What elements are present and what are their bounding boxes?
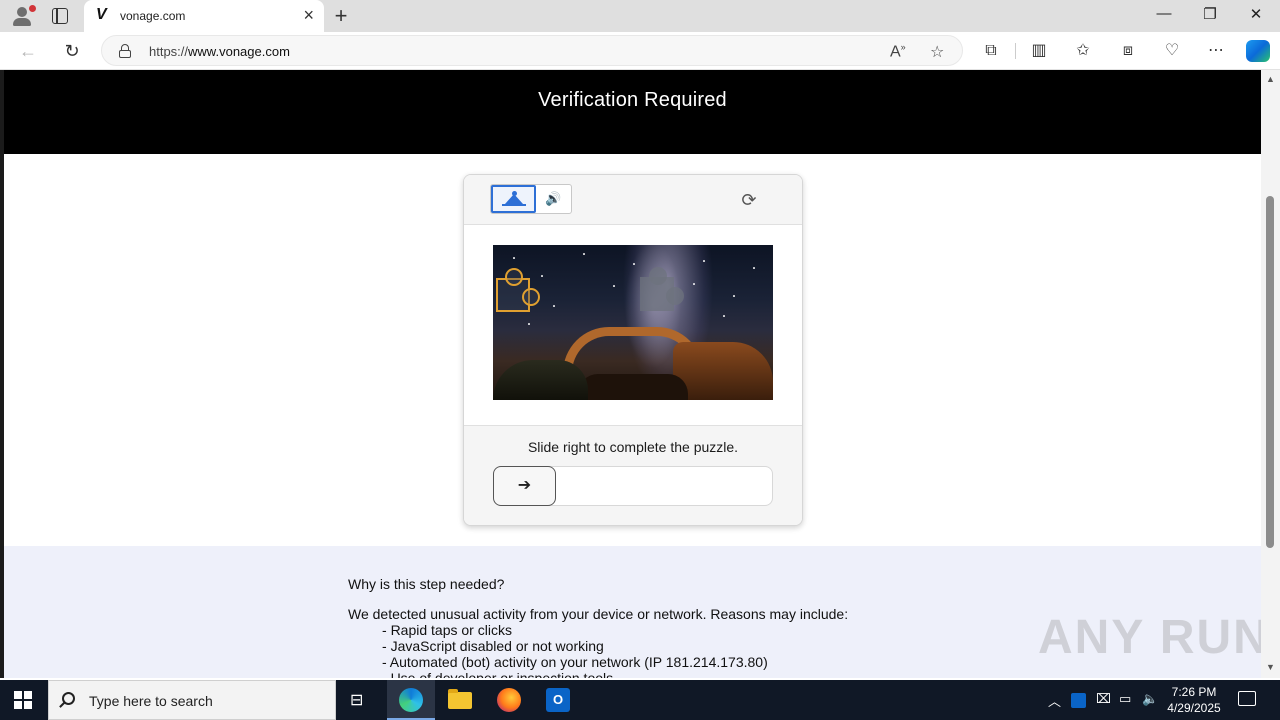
edge-icon[interactable] bbox=[399, 688, 423, 712]
list-item: Rapid taps or clicks bbox=[382, 622, 768, 638]
read-aloud-icon[interactable]: A» bbox=[890, 42, 906, 61]
browser-toolbar: ← ↻ https://www.vonage.com A» ☆ ⧉ ▥ ✩ ⧈ … bbox=[0, 32, 1280, 70]
address-url[interactable]: https://www.vonage.com bbox=[149, 44, 290, 59]
puzzle-slot bbox=[640, 267, 684, 311]
tray-chevron-icon[interactable]: ︿ bbox=[1048, 691, 1061, 710]
reload-challenge-icon[interactable]: ⟳ bbox=[739, 190, 759, 210]
captcha-footer: Slide right to complete the puzzle. ➔ bbox=[464, 425, 802, 525]
tray-device-icon[interactable]: ⌧ bbox=[1096, 691, 1111, 707]
outlook-icon[interactable]: O bbox=[546, 688, 570, 712]
firefox-icon[interactable] bbox=[497, 688, 521, 712]
split-screen-icon[interactable]: ▥ bbox=[1028, 41, 1050, 63]
file-explorer-icon[interactable] bbox=[448, 689, 472, 709]
network-icon[interactable]: ▭ bbox=[1119, 691, 1131, 707]
slider-handle[interactable]: ➔ bbox=[493, 466, 556, 506]
puzzle-image bbox=[493, 245, 773, 400]
info-question: Why is this step needed? bbox=[348, 576, 505, 592]
scrollbar-thumb[interactable] bbox=[1266, 196, 1274, 548]
challenge-mode-switch: 🔊 bbox=[490, 184, 572, 214]
notifications-icon[interactable] bbox=[1238, 691, 1256, 706]
back-icon[interactable]: ← bbox=[16, 39, 40, 63]
taskbar-search[interactable]: Type here to search bbox=[48, 680, 336, 720]
page-scrollbar[interactable]: ▲ ▼ bbox=[1261, 70, 1280, 678]
list-item: Automated (bot) activity on your network… bbox=[382, 654, 768, 670]
list-item: JavaScript disabled or not working bbox=[382, 638, 768, 654]
tab-title: vonage.com bbox=[120, 9, 186, 23]
search-icon bbox=[62, 692, 75, 705]
minimize-icon[interactable]: — bbox=[1141, 5, 1187, 22]
toolbar-separator bbox=[1015, 43, 1016, 59]
task-view-icon[interactable]: ⊟ bbox=[350, 690, 363, 710]
reasons-list: Rapid taps or clicks JavaScript disabled… bbox=[382, 622, 768, 678]
scroll-up-icon[interactable]: ▲ bbox=[1266, 74, 1275, 84]
page-title: Verification Required bbox=[538, 89, 727, 111]
tab-close-icon[interactable]: × bbox=[303, 6, 314, 24]
extensions-icon[interactable]: ⧉ bbox=[980, 41, 1002, 63]
clock-time: 7:26 PM bbox=[1171, 685, 1217, 699]
browser-essentials-icon[interactable]: ♡ bbox=[1161, 41, 1183, 63]
captcha-header: 🔊 ⟳ bbox=[464, 175, 802, 225]
anyrun-watermark: ANY RUN bbox=[1038, 611, 1270, 664]
copilot-icon[interactable] bbox=[1246, 40, 1270, 62]
list-item: Use of developer or inspection tools bbox=[382, 670, 768, 678]
tab-actions-icon[interactable] bbox=[52, 8, 68, 24]
captcha-card: 🔊 ⟳ Slide right to complete the puzzle. … bbox=[463, 174, 803, 526]
volume-icon[interactable]: 🔈 bbox=[1142, 691, 1158, 707]
tray-outlook-icon[interactable] bbox=[1071, 693, 1086, 708]
tab-strip: V vonage.com × + — ❐ ✕ bbox=[0, 0, 1280, 32]
favorites-icon[interactable]: ✩ bbox=[1072, 41, 1094, 63]
taskbar: Type here to search ⊟ O ︿ ⌧ ▭ 🔈 7:26 PM … bbox=[0, 680, 1280, 720]
verification-banner: Verification Required bbox=[4, 70, 1261, 154]
info-lead: We detected unusual activity from your d… bbox=[348, 606, 849, 622]
refresh-icon[interactable]: ↻ bbox=[60, 39, 84, 63]
lock-icon[interactable] bbox=[119, 44, 131, 58]
close-window-icon[interactable]: ✕ bbox=[1233, 5, 1279, 23]
new-tab-icon[interactable]: + bbox=[330, 3, 352, 29]
collections-icon[interactable]: ⧈ bbox=[1117, 41, 1139, 63]
scroll-down-icon[interactable]: ▼ bbox=[1266, 662, 1275, 672]
address-bar[interactable]: https://www.vonage.com A» ☆ bbox=[101, 35, 963, 66]
slider-instruction: Slide right to complete the puzzle. bbox=[527, 439, 739, 455]
favorite-star-icon[interactable]: ☆ bbox=[930, 42, 944, 62]
page-viewport: Verification Required 🔊 ⟳ Slide right to… bbox=[0, 70, 1280, 678]
site-favicon: V bbox=[96, 6, 107, 23]
slider-arrow-icon: ➔ bbox=[517, 477, 532, 494]
more-icon[interactable]: ⋯ bbox=[1205, 41, 1227, 63]
audio-challenge-icon[interactable]: 🔊 bbox=[536, 185, 571, 213]
browser-tab-active[interactable]: V vonage.com × bbox=[84, 0, 324, 32]
clock-date: 4/29/2025 bbox=[1167, 701, 1221, 715]
puzzle-piece[interactable] bbox=[496, 268, 540, 312]
profile-icon[interactable] bbox=[10, 5, 36, 27]
image-challenge-icon[interactable] bbox=[491, 185, 536, 213]
windows-start-icon[interactable] bbox=[14, 691, 32, 709]
search-placeholder: Type here to search bbox=[89, 693, 213, 709]
system-clock[interactable]: 7:26 PM 4/29/2025 bbox=[1158, 684, 1230, 716]
restore-icon[interactable]: ❐ bbox=[1187, 5, 1233, 23]
